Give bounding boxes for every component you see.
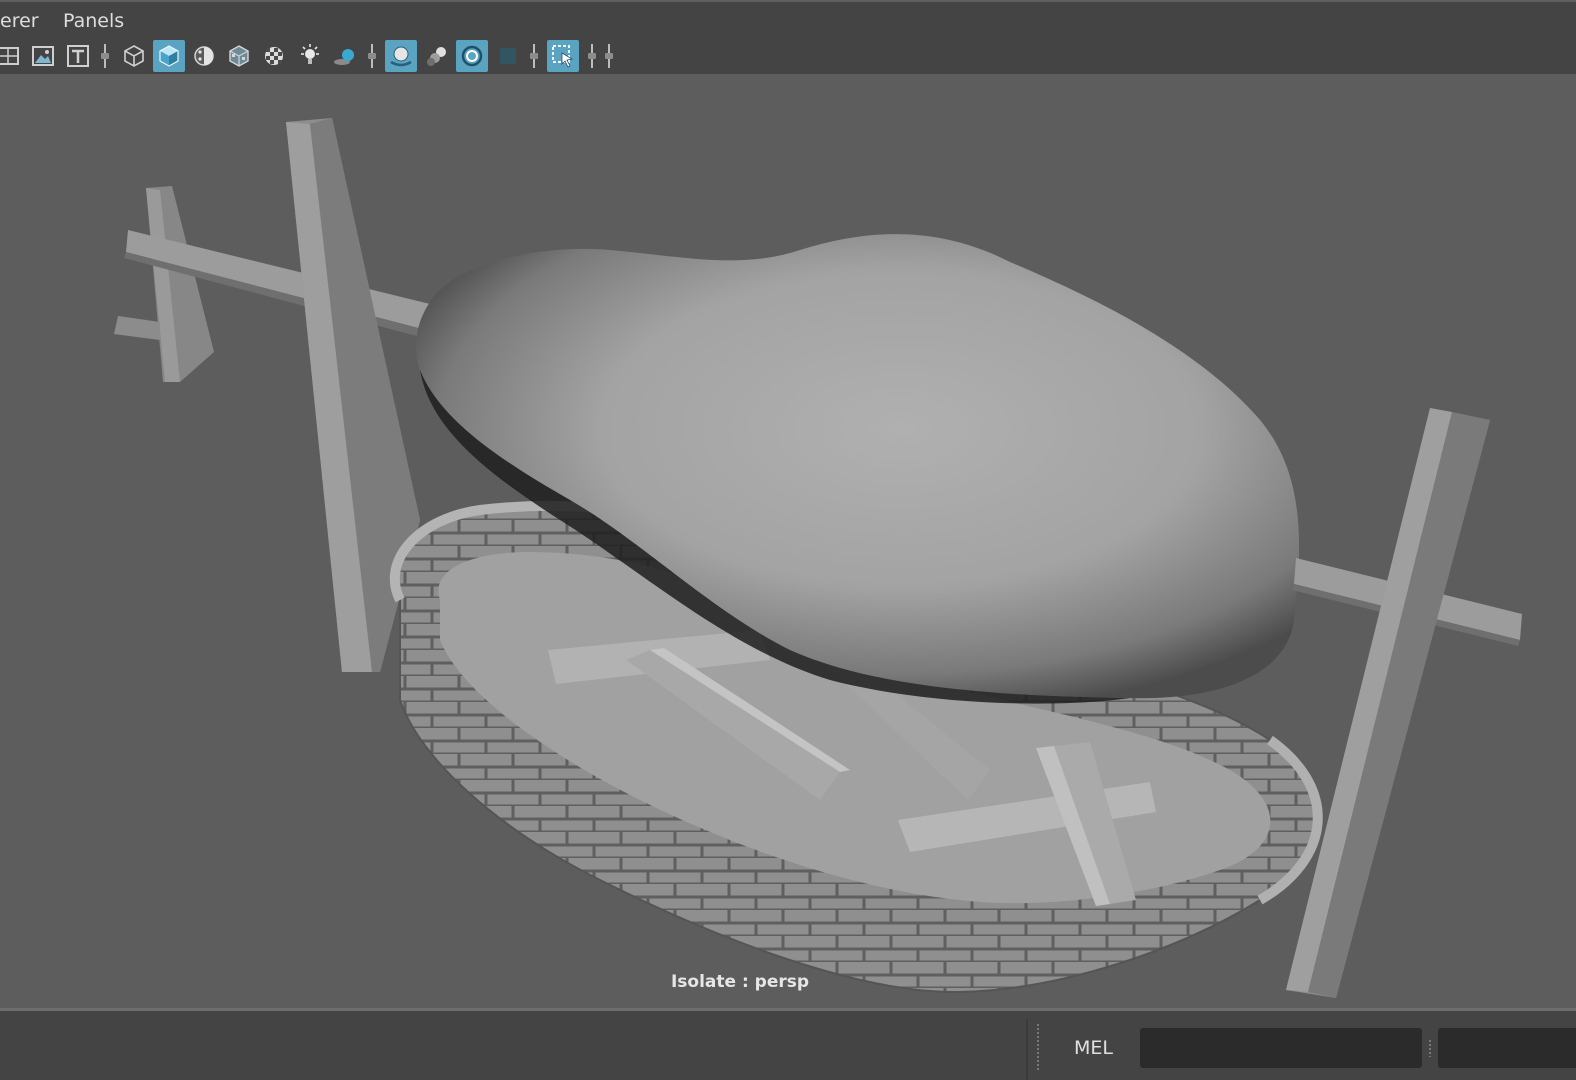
xray-icon[interactable] xyxy=(492,40,524,72)
command-result-field xyxy=(1438,1028,1576,1068)
light-bulb-icon[interactable] xyxy=(294,40,326,72)
shade-ball-icon[interactable] xyxy=(188,40,220,72)
toolbar-separator xyxy=(605,44,613,68)
toolbar-separator xyxy=(530,44,538,68)
checker-icon[interactable] xyxy=(258,40,290,72)
wireframe-cube-icon[interactable] xyxy=(118,40,150,72)
motion-blur-icon[interactable] xyxy=(421,40,453,72)
isolate-select-icon[interactable] xyxy=(547,40,579,72)
shadow-sphere-icon[interactable] xyxy=(329,40,361,72)
command-line-bar: MEL xyxy=(0,1011,1576,1080)
toolbar-separator xyxy=(588,44,596,68)
panel-toolbar xyxy=(0,38,1576,74)
drag-handle[interactable] xyxy=(1036,1023,1040,1071)
menu-panels[interactable]: Panels xyxy=(63,10,124,32)
command-line-divider xyxy=(1026,1019,1028,1080)
textured-cube-icon[interactable] xyxy=(223,40,255,72)
perspective-viewport[interactable]: Isolate : persp xyxy=(0,74,1576,1010)
drag-handle[interactable] xyxy=(1428,1039,1432,1057)
isolate-hud-label: Isolate : persp xyxy=(670,972,810,992)
smooth-shade-cube-icon[interactable] xyxy=(153,40,185,72)
ambient-occlusion-icon[interactable] xyxy=(385,40,417,72)
menu-bar: erer Panels xyxy=(0,0,1576,38)
anti-alias-icon[interactable] xyxy=(456,40,488,72)
rotisserie-3d-model[interactable] xyxy=(0,74,1576,1010)
toolbar-separator xyxy=(368,44,376,68)
text-icon[interactable] xyxy=(62,40,94,72)
toolbar-separator xyxy=(101,44,109,68)
image-plane-icon[interactable] xyxy=(27,40,59,72)
script-language-toggle[interactable]: MEL xyxy=(1074,1037,1113,1059)
command-input[interactable] xyxy=(1140,1028,1422,1068)
grid-icon[interactable] xyxy=(0,40,24,72)
menu-renderer[interactable]: erer xyxy=(0,10,39,32)
